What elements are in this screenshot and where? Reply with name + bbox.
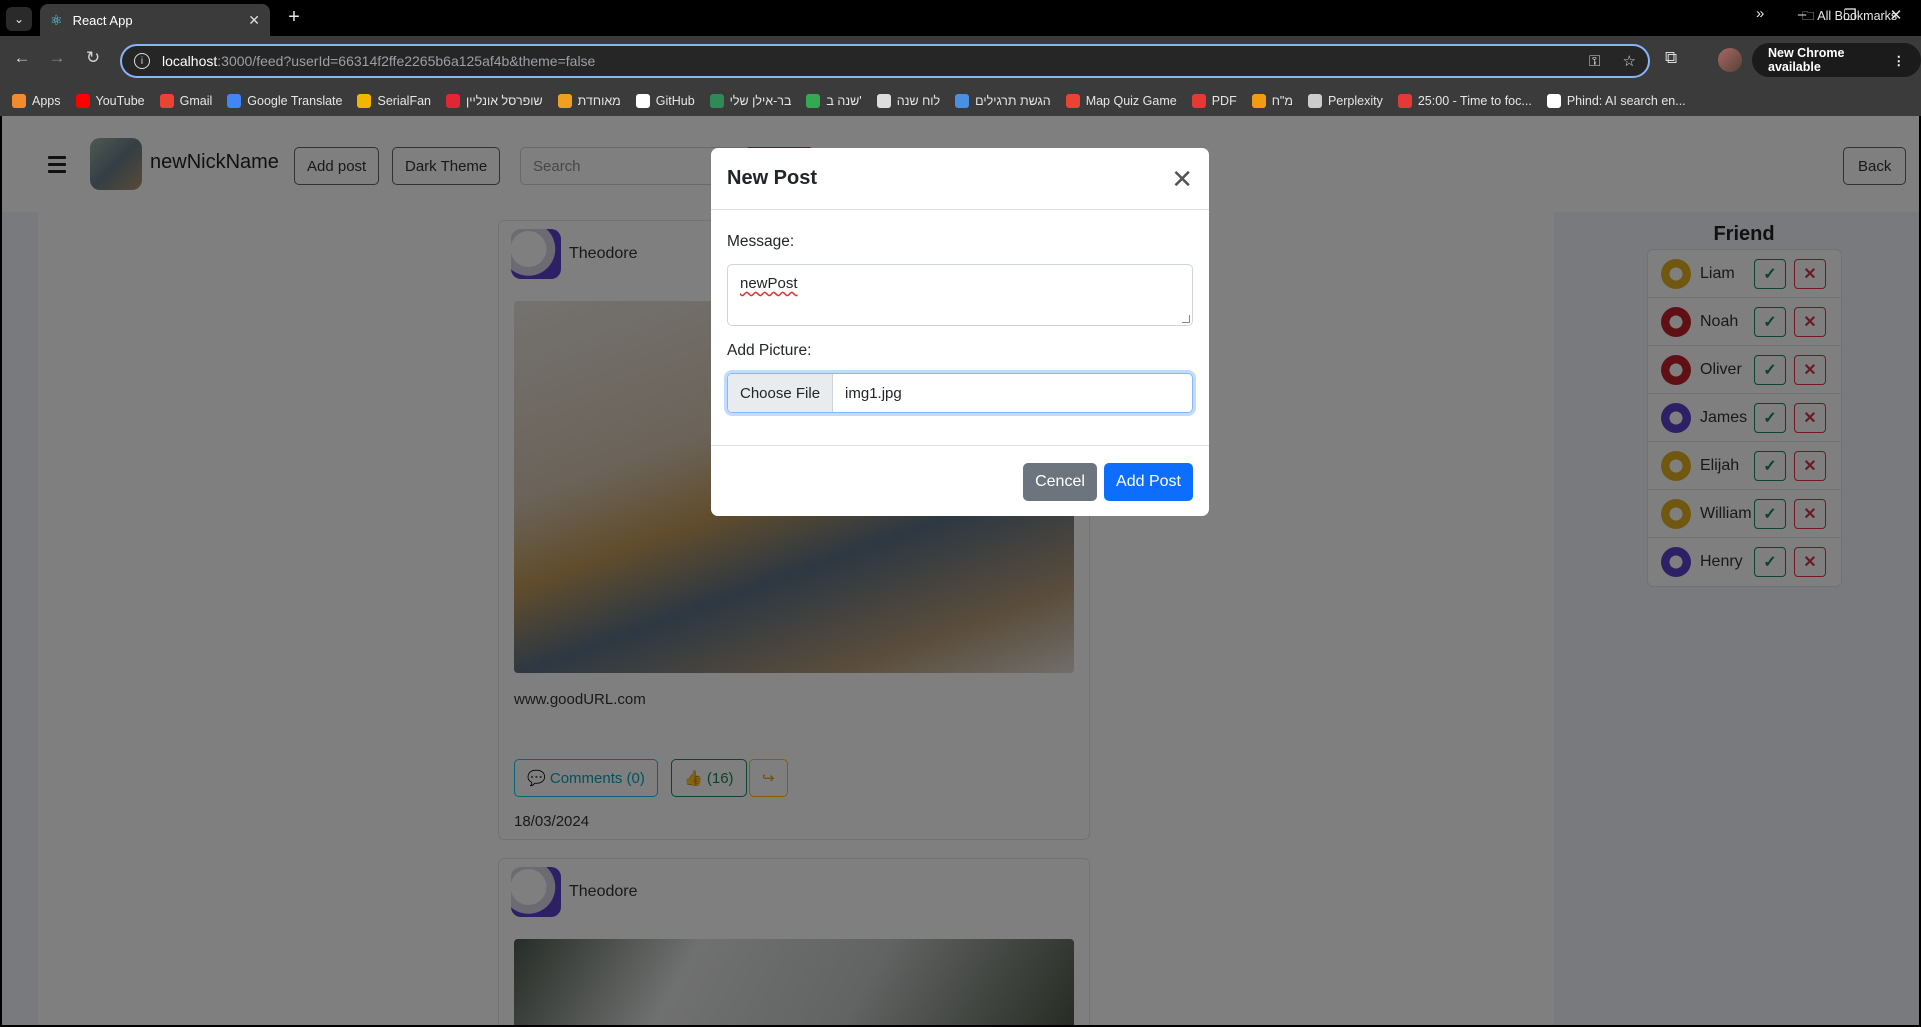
bookmark-item[interactable]: Apps (12, 94, 61, 108)
forward-arrow-icon[interactable]: → (44, 48, 70, 68)
back-arrow-icon[interactable]: ← (9, 48, 35, 68)
password-key-icon[interactable]: ⚿ (1589, 53, 1600, 70)
bookmark-label: PDF (1211, 94, 1237, 108)
bookmark-label: Phind: AI search en... (1566, 94, 1686, 108)
bookmark-favicon-icon (1191, 94, 1206, 108)
bookmark-favicon-icon (955, 94, 970, 108)
bookmark-item[interactable]: Map Quiz Game (1065, 94, 1177, 108)
bookmark-favicon-icon (806, 94, 821, 108)
react-icon: ⚛ (50, 11, 63, 28)
bookmark-favicon-icon (357, 94, 372, 108)
url-host: localhost (162, 53, 218, 69)
bookmark-favicon-icon (75, 94, 90, 108)
bookmark-item[interactable]: YouTube (75, 94, 145, 108)
bookmark-label: SerialFan (377, 94, 431, 108)
bookmark-label: הגשת תרגילים (975, 94, 1051, 108)
bookmark-favicon-icon (557, 94, 572, 108)
submit-post-button[interactable]: Add Post (1104, 463, 1193, 501)
bookmark-favicon-icon (709, 94, 724, 108)
url-path: :3000/feed?userId=66314f2ffe2265b6a125af… (217, 53, 596, 69)
bookmark-item[interactable]: 25:00 - Time to foc... (1397, 94, 1532, 108)
bookmark-favicon-icon (12, 94, 26, 108)
new-post-modal: New Post ✕ Message: newPost Add Picture:… (711, 148, 1209, 516)
extensions-icon[interactable]: ⧉ (1665, 48, 1677, 68)
new-chrome-label: New Chrome available (1768, 46, 1845, 74)
all-bookmarks[interactable]: 🗀 All Bookmarks (1802, 7, 1897, 28)
bookmarks-bar: Apps YouTube Gmail Google Translate SerialFa… (0, 86, 1921, 116)
bookmark-label: Perplexity (1327, 94, 1383, 108)
site-info-icon[interactable]: i (134, 53, 150, 69)
bookmark-item[interactable]: מ"ח (1251, 94, 1293, 108)
message-textarea[interactable]: newPost (727, 264, 1193, 326)
bookmark-item[interactable]: שנה ב' (806, 94, 862, 108)
picture-label: Add Picture: (727, 342, 812, 359)
tab-strip: ⌄ ⚛ React App ✕ + – ❐ ✕ (0, 0, 1921, 36)
bookmark-item[interactable]: Gmail (159, 94, 213, 108)
bookmark-label: שופרסל אונליין (465, 94, 543, 108)
bookmark-label: Apps (32, 94, 61, 108)
address-bar[interactable]: i localhost:3000/feed?userId=66314f2ffe2… (120, 44, 1650, 78)
bookmark-favicon-icon (1307, 94, 1322, 108)
bookmark-favicon-icon (1065, 94, 1080, 108)
tab-title: React App (72, 12, 133, 28)
bookmark-item[interactable]: שופרסל אונליין (445, 94, 543, 108)
file-input[interactable]: Choose File img1.jpg (727, 373, 1193, 413)
bookmark-item[interactable]: GitHub (635, 94, 695, 108)
app-page: newNickName Add post Dark Theme Search B… (2, 116, 1919, 1025)
bookmark-favicon-icon (1397, 94, 1412, 108)
bookmark-item[interactable]: Phind: AI search en... (1546, 94, 1686, 108)
bookmark-favicon-icon (1251, 94, 1266, 108)
bookmark-label: Google Translate (247, 94, 343, 108)
bookmark-favicon-icon (635, 94, 650, 108)
message-label: Message: (727, 233, 795, 250)
bookmark-label: שנה ב' (826, 94, 862, 108)
all-bookmarks-label: All Bookmarks (1817, 9, 1898, 23)
bookmark-item[interactable]: בר-אילן שלי (709, 94, 792, 108)
bookmark-label: בר-אילן שלי (729, 94, 792, 108)
bookmark-item[interactable]: Google Translate (227, 94, 342, 108)
close-tab-icon[interactable]: ✕ (248, 12, 260, 29)
bookmark-label: 25:00 - Time to foc... (1417, 94, 1532, 108)
new-tab-button[interactable]: + (282, 6, 306, 29)
tab-search-button[interactable]: ⌄ (6, 7, 32, 31)
profile-avatar[interactable] (1718, 48, 1742, 72)
bookmark-label: מ"ח (1271, 94, 1293, 108)
bookmark-label: YouTube (95, 94, 145, 108)
message-value: newPost (740, 275, 798, 292)
file-name: img1.jpg (845, 384, 902, 402)
bookmark-favicon-icon (1546, 94, 1561, 108)
bookmark-item[interactable]: הגשת תרגילים (955, 94, 1051, 108)
choose-file-button[interactable]: Choose File (728, 374, 834, 412)
browser-toolbar: ← → ↻ i localhost:3000/feed?userId=66314… (0, 36, 1921, 86)
bookmark-favicon-icon (159, 94, 174, 108)
bookmark-item[interactable]: Perplexity (1307, 94, 1383, 108)
bookmark-item[interactable]: מאוחדת (557, 94, 621, 108)
bookmark-favicon-icon (445, 94, 460, 108)
bookmark-star-icon[interactable]: ☆ (1623, 53, 1636, 70)
bookmark-label: GitHub (655, 94, 695, 108)
modal-title: New Post (727, 167, 818, 189)
close-icon[interactable]: ✕ (1171, 166, 1193, 192)
bookmark-label: לוח שנה (896, 94, 941, 108)
reload-icon[interactable]: ↻ (80, 48, 106, 68)
bookmark-label: Gmail (179, 94, 213, 108)
bookmark-item[interactable]: SerialFan (357, 94, 431, 108)
more-bookmarks-icon[interactable]: » (1756, 5, 1764, 22)
cancel-button[interactable]: Cencel (1023, 463, 1097, 501)
browser-tab[interactable]: ⚛ React App ✕ (40, 4, 270, 36)
bookmark-label: Map Quiz Game (1085, 94, 1177, 108)
bookmark-favicon-icon (227, 94, 242, 108)
bookmark-item[interactable]: לוח שנה (876, 94, 941, 108)
bookmark-favicon-icon (876, 94, 891, 108)
new-chrome-button[interactable]: New Chrome available ⋮ (1752, 43, 1921, 77)
bookmark-label: מאוחדת (577, 94, 621, 108)
bookmark-item[interactable]: PDF (1191, 94, 1237, 108)
resize-handle[interactable] (1182, 315, 1190, 323)
